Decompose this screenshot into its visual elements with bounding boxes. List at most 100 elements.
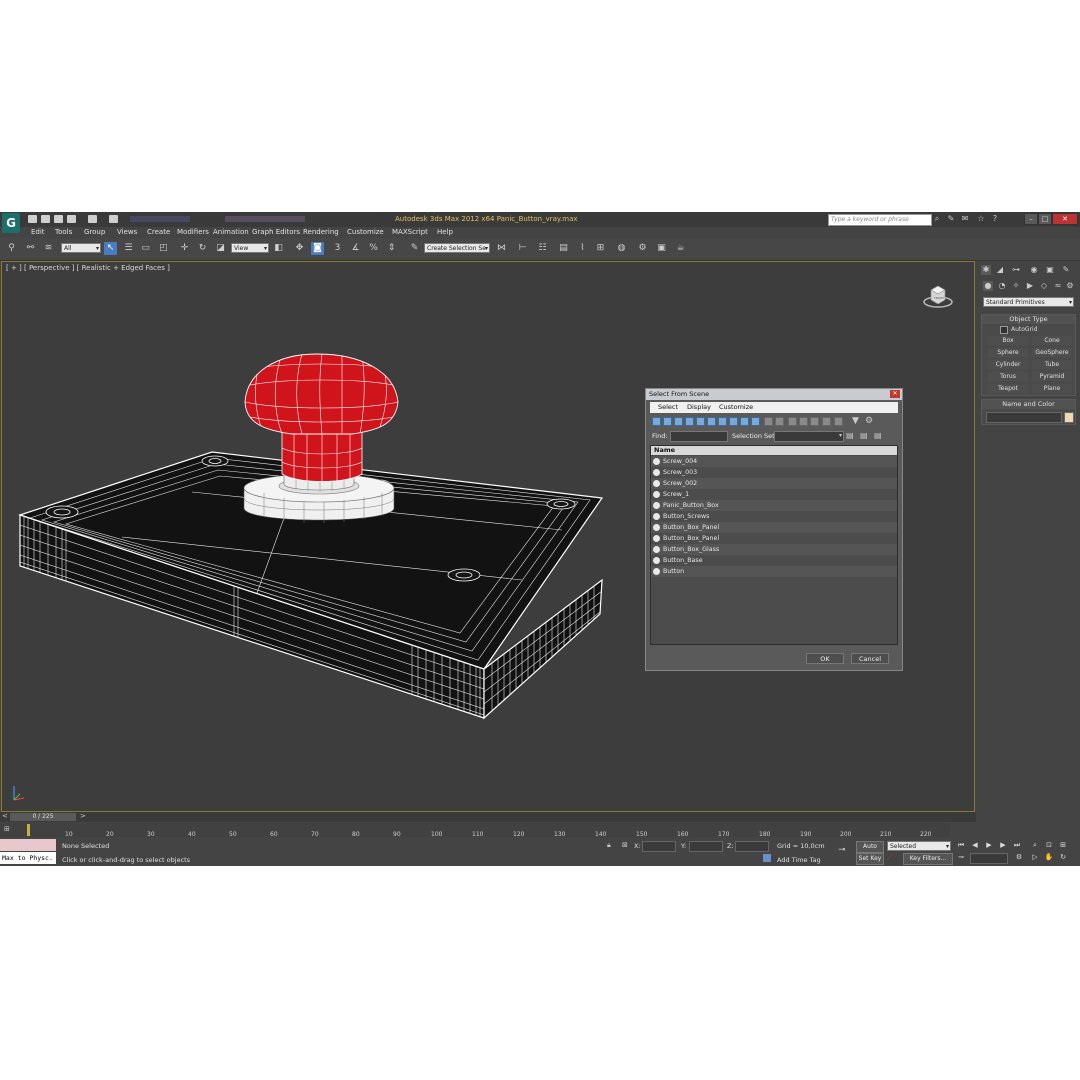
display-bones-icon[interactable]	[740, 417, 749, 426]
filter-settings-icon[interactable]: ⚙	[865, 416, 873, 426]
create-selection-set-icon[interactable]: ▤	[846, 431, 854, 440]
ok-button[interactable]: OK	[806, 653, 844, 664]
display-geometry-icon[interactable]	[652, 417, 661, 426]
help-icon[interactable]: ?	[990, 214, 1000, 224]
rendered-frame-window-icon[interactable]: ▣	[655, 242, 668, 255]
workspace-field-2[interactable]	[225, 216, 305, 222]
next-frame-icon[interactable]: ▶	[998, 841, 1008, 850]
list-item[interactable]: Screw_004	[651, 456, 897, 467]
favorites-icon[interactable]: ☆	[976, 214, 986, 224]
menu-views[interactable]: Views	[117, 227, 137, 238]
spacewarps-icon[interactable]: ≈	[1053, 281, 1063, 291]
maximize-button[interactable]: □	[1038, 213, 1052, 225]
track-bar[interactable]: ⊞ 10 20 30 40 50 60 70 80 90 100 110 120…	[0, 823, 950, 838]
workspace-field[interactable]	[130, 216, 190, 222]
category-dropdown[interactable]: Standard Primitives ▾	[983, 297, 1074, 307]
torus-button[interactable]: Torus	[988, 372, 1028, 381]
angle-snap-icon[interactable]: ∡	[349, 242, 362, 255]
display-children-icon[interactable]	[822, 417, 831, 426]
object-name-input[interactable]	[986, 412, 1062, 423]
display-helpers-icon[interactable]	[696, 417, 705, 426]
menu-graph-editors[interactable]: Graph Editors	[252, 227, 300, 238]
sphere-button[interactable]: Sphere	[988, 348, 1028, 357]
helpers-icon[interactable]: ◇	[1039, 281, 1049, 291]
select-move-icon[interactable]: ✛	[178, 242, 191, 255]
lock-selection-icon[interactable]: 🔒︎	[607, 841, 611, 850]
display-xrefs-icon[interactable]	[729, 417, 738, 426]
object-color-swatch[interactable]	[1064, 412, 1074, 423]
list-item[interactable]: Button_Base	[651, 555, 897, 566]
box-button[interactable]: Box	[988, 336, 1028, 345]
new-file-icon[interactable]	[28, 215, 37, 223]
link-icon[interactable]: ⚲	[5, 242, 18, 255]
keyboard-shortcut-icon[interactable]: ◙	[311, 242, 324, 255]
utilities-tab-icon[interactable]: ✎	[1061, 265, 1071, 275]
hierarchy-tab-icon[interactable]: ⊶	[1011, 265, 1021, 275]
project-folder-icon[interactable]	[109, 215, 118, 223]
menu-edit[interactable]: Edit	[31, 227, 45, 238]
select-by-name-icon[interactable]: ☰	[122, 242, 135, 255]
tube-button[interactable]: Tube	[1032, 360, 1072, 369]
select-manipulate-icon[interactable]: ✥	[293, 242, 306, 255]
play-icon[interactable]: ▶	[984, 841, 994, 850]
pyramid-button[interactable]: Pyramid	[1032, 372, 1072, 381]
layer-manager-icon[interactable]: ☷	[536, 242, 549, 255]
redo-icon[interactable]	[88, 215, 97, 223]
binoculars-icon[interactable]: ⌕	[932, 214, 942, 224]
select-all-icon[interactable]	[788, 417, 797, 426]
save-file-icon[interactable]	[54, 215, 63, 223]
shapes-icon[interactable]: ◔	[997, 281, 1007, 291]
list-item[interactable]: Screw_003	[651, 467, 897, 478]
display-influences-icon[interactable]	[834, 417, 843, 426]
remove-from-set-icon[interactable]: ▤	[874, 431, 882, 440]
maxscript-listener[interactable]	[0, 839, 56, 851]
filter-icon[interactable]: ▼	[852, 416, 859, 426]
menu-modifiers[interactable]: Modifiers	[177, 227, 209, 238]
lights-icon[interactable]: ✧	[1011, 281, 1021, 291]
display-cameras-icon[interactable]	[685, 417, 694, 426]
key-filters-button[interactable]: Key Filters...	[903, 853, 953, 865]
display-spacewarps-icon[interactable]	[707, 417, 716, 426]
dialog-close-icon[interactable]: ✕	[890, 390, 900, 398]
display-containers-icon[interactable]	[751, 417, 760, 426]
render-production-icon[interactable]: ☕	[674, 242, 687, 255]
align-icon[interactable]: ⊢	[516, 242, 529, 255]
slider-prev-icon[interactable]: <	[2, 812, 8, 820]
named-selection-dropdown[interactable]: Create Selection Se ▾	[424, 243, 490, 253]
time-config-icon[interactable]: ⚙	[1014, 853, 1024, 862]
time-slider[interactable]: < 0 / 225 >	[0, 812, 976, 822]
minimize-button[interactable]: –	[1024, 213, 1038, 225]
list-item[interactable]: Button_Box_Glass	[651, 544, 897, 555]
subscription-icon[interactable]: ✎	[946, 214, 956, 224]
render-setup-icon[interactable]: ⚙	[636, 242, 649, 255]
percent-snap-icon[interactable]: %	[367, 242, 380, 255]
current-frame-field[interactable]	[970, 853, 1008, 864]
menu-rendering[interactable]: Rendering	[303, 227, 339, 238]
curve-editor-icon[interactable]: ⌇	[576, 242, 589, 255]
dialog-menu-display[interactable]: Display	[687, 402, 711, 413]
ref-coord-dropdown[interactable]: View ▾	[231, 243, 269, 253]
communication-center-icon[interactable]: ✉	[960, 214, 970, 224]
select-scale-icon[interactable]: ◪	[214, 242, 227, 255]
menu-help[interactable]: Help	[437, 227, 453, 238]
modify-tab-icon[interactable]: ◢	[995, 265, 1005, 275]
window-crossing-icon[interactable]: ◰	[157, 242, 170, 255]
x-coordinate-field[interactable]	[642, 841, 676, 852]
list-item[interactable]: Button_Screws	[651, 511, 897, 522]
zoom-icon[interactable]: ⌕	[1030, 841, 1040, 850]
list-item[interactable]: Button_Box_Panel	[651, 522, 897, 533]
auto-key-button[interactable]: Auto Key	[856, 841, 884, 860]
app-logo-icon[interactable]: G	[2, 213, 20, 233]
menu-customize[interactable]: Customize	[347, 227, 384, 238]
field-of-view-icon[interactable]: ▷	[1030, 853, 1040, 862]
set-key-button[interactable]: Set Key	[856, 853, 884, 865]
auto-key-dropdown[interactable]: Selected ▾	[887, 841, 951, 851]
geometry-icon[interactable]: ●	[983, 281, 993, 291]
select-none-icon[interactable]	[799, 417, 808, 426]
menu-tools[interactable]: Tools	[55, 227, 72, 238]
motion-tab-icon[interactable]: ◉	[1029, 265, 1039, 275]
z-coordinate-field[interactable]	[735, 841, 769, 852]
search-input[interactable]: Type a keyword or phrase	[828, 214, 932, 226]
time-slider-thumb[interactable]: 0 / 225	[10, 813, 76, 821]
dialog-menu-select[interactable]: Select	[658, 402, 678, 413]
